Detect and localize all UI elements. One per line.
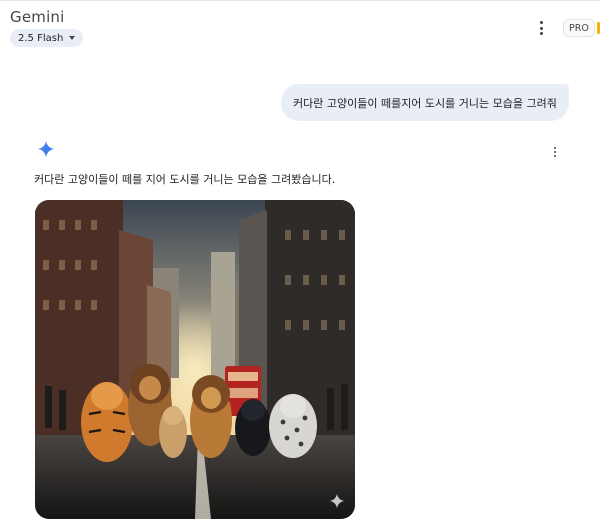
user-message-text: 커다란 고양이들이 떼를지어 도시를 거니는 모습을 그려줘 xyxy=(293,96,557,110)
top-border xyxy=(0,0,600,1)
gemini-spark-icon xyxy=(37,140,55,158)
generated-image-illustration xyxy=(35,200,355,519)
more-vert-icon-dot xyxy=(554,151,556,153)
response-text: 커다란 고양이들이 떼를 지어 도시를 거니는 모습을 그려봤습니다. xyxy=(34,173,336,186)
more-vert-icon-dot xyxy=(539,32,543,35)
response-more-options-button[interactable] xyxy=(552,147,558,157)
more-vert-icon-dot xyxy=(539,26,543,30)
generated-image[interactable] xyxy=(35,200,355,519)
more-options-button[interactable] xyxy=(535,20,547,36)
user-message: 커다란 고양이들이 떼를지어 도시를 거니는 모습을 그려줘 xyxy=(281,84,569,121)
app-title: Gemini xyxy=(10,8,65,26)
more-vert-icon-dot xyxy=(554,155,556,157)
pro-badge[interactable]: PRO xyxy=(563,19,595,37)
model-selector[interactable]: 2.5 Flash xyxy=(10,29,84,47)
caret-down-icon xyxy=(69,36,76,40)
ai-generated-spark-icon xyxy=(329,493,345,509)
model-selector-label: 2.5 Flash xyxy=(18,32,64,44)
more-vert-icon-dot xyxy=(539,21,543,24)
more-vert-icon-dot xyxy=(554,147,556,149)
